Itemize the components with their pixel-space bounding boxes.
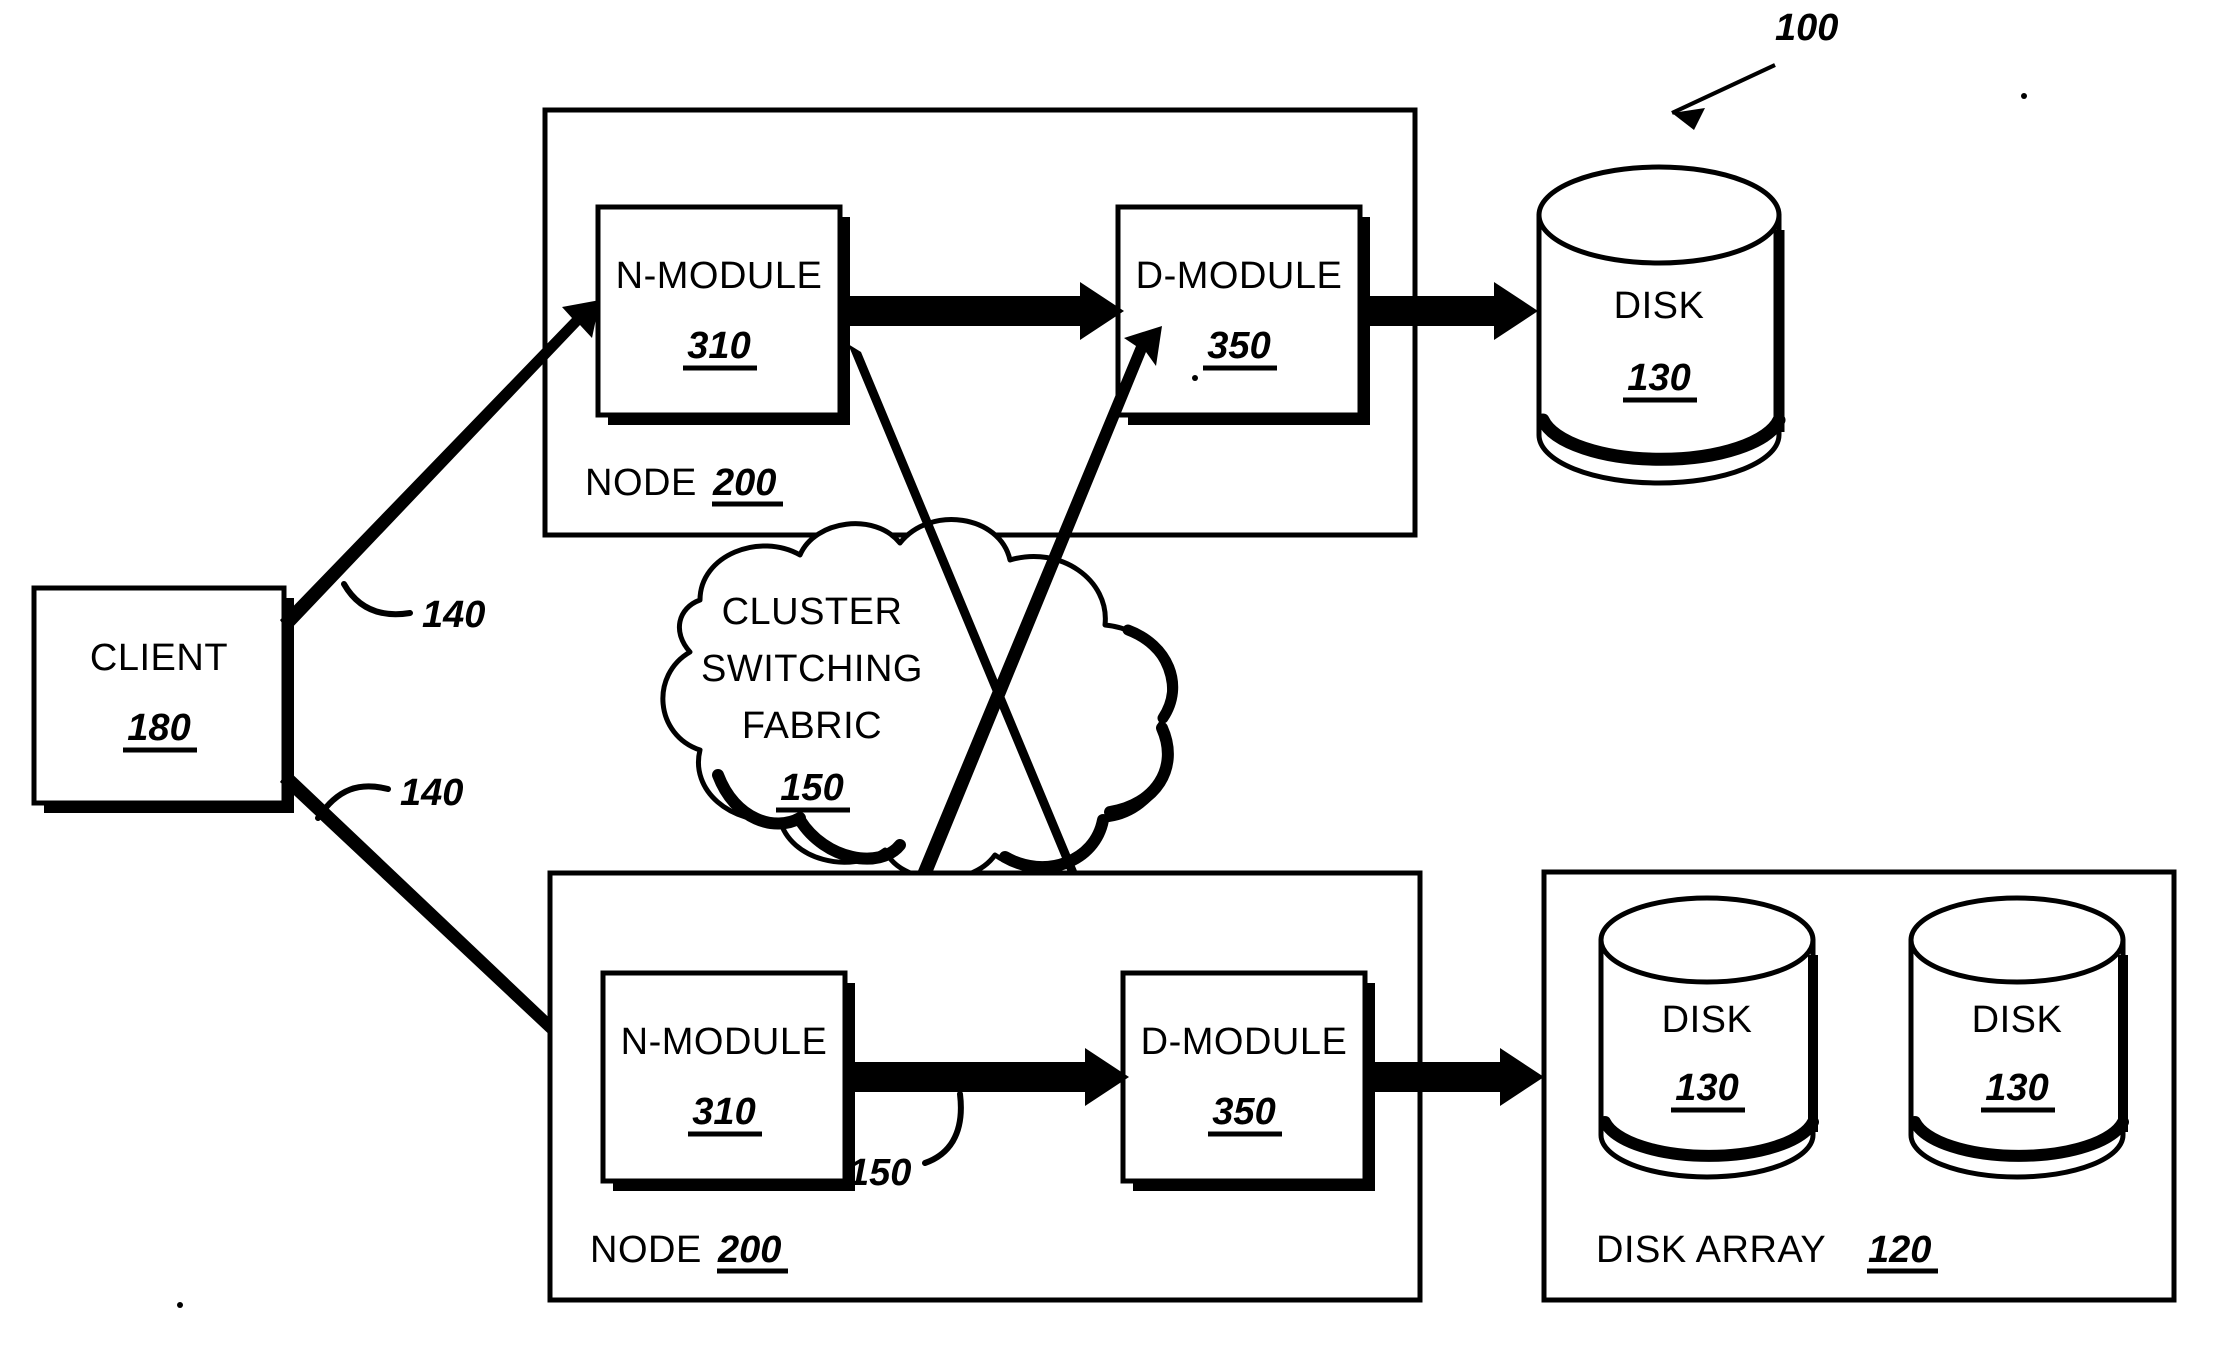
- d-module-bottom: D-MODULE 350: [1120, 970, 1375, 1191]
- n-module-top-title: N-MODULE: [616, 255, 823, 297]
- disk-standalone: DISK 130: [1536, 164, 1786, 486]
- disk-array-disk-1-ref: 130: [1675, 1067, 1738, 1109]
- cloud-ref: 150: [780, 767, 843, 809]
- node-bottom-label: NODE: [590, 1229, 702, 1271]
- d-module-top: D-MODULE 350: [1115, 204, 1370, 425]
- n-module-bottom: N-MODULE 310: [600, 970, 855, 1191]
- cloud-line-1: CLUSTER: [722, 591, 903, 633]
- link-150-label: 150: [848, 1152, 911, 1194]
- cloud-line-2: SWITCHING: [701, 648, 923, 690]
- n-module-bottom-ref: 310: [692, 1091, 755, 1133]
- patent-figure: 100 NODE 200 N-MODULE 310 D-MODULE 350 D…: [0, 0, 2229, 1351]
- node-top-ref: 200: [712, 462, 776, 504]
- n-module-top-ref: 310: [687, 325, 750, 367]
- cloud-line-3: FABRIC: [742, 705, 882, 747]
- disk-array-disk-1-title: DISK: [1662, 999, 1753, 1041]
- node-bottom-ref: 200: [717, 1229, 781, 1271]
- disk-array-ref: 120: [1868, 1229, 1931, 1271]
- figure-ref-label: 100: [1775, 7, 1838, 49]
- disk-array-disk-2-ref: 130: [1985, 1067, 2048, 1109]
- link-140-upper-callout: 140: [341, 581, 485, 636]
- client-ref: 180: [127, 707, 190, 749]
- link-140-lower-callout: 140: [315, 772, 463, 821]
- d-module-bottom-title: D-MODULE: [1141, 1021, 1348, 1063]
- d-module-top-ref: 350: [1207, 325, 1270, 367]
- n-module-top: N-MODULE 310: [595, 204, 850, 425]
- disk-array-disk-2: DISK 130: [1908, 895, 2129, 1180]
- client-title: CLIENT: [90, 637, 228, 679]
- d-module-top-title: D-MODULE: [1136, 255, 1343, 297]
- cluster-switching-fabric-cloud: CLUSTER SWITCHING FABRIC 150: [660, 517, 1179, 882]
- n-module-bottom-title: N-MODULE: [621, 1021, 828, 1063]
- disk-array-disk-1: DISK 130: [1598, 895, 1819, 1180]
- disk-standalone-title: DISK: [1614, 285, 1705, 327]
- link-140-upper-label: 140: [422, 594, 485, 636]
- client-box: CLIENT 180: [31, 585, 294, 813]
- d-module-bottom-ref: 350: [1212, 1091, 1275, 1133]
- link-140-lower-label: 140: [400, 772, 463, 814]
- disk-array-disk-2-title: DISK: [1972, 999, 2063, 1041]
- figure-reference-callout: 100: [1671, 7, 1838, 130]
- node-top-label: NODE: [585, 462, 697, 504]
- disk-array-label: DISK ARRAY: [1596, 1229, 1826, 1271]
- disk-standalone-ref: 130: [1627, 357, 1690, 399]
